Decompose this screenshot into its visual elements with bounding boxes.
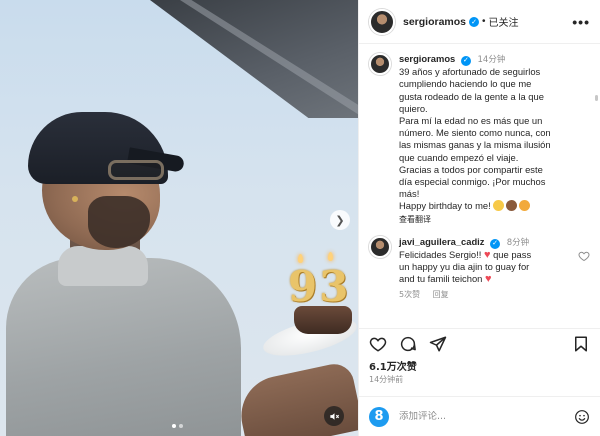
header-separator: •	[482, 16, 486, 27]
caption: sergioramos ✓ 14分钟 39 años y afortunado …	[369, 53, 590, 226]
caption-line: gusta rodeado de la gente a la que	[399, 90, 544, 102]
post-side-panel: sergioramos ✓ • 已关注 ••• sergioramos ✓ 14…	[358, 0, 600, 436]
avatar[interactable]	[369, 235, 391, 258]
comment-meta: 5次赞 回复	[399, 289, 574, 301]
party-face-icon	[519, 200, 531, 212]
red-heart-icon: ♥	[485, 273, 492, 286]
comment-username[interactable]: javi_aguilera_cadiz	[399, 236, 484, 247]
comment-text: Felicidades Sergio!!	[399, 249, 484, 261]
caption-line: Gracias a todos por compartir este	[399, 163, 543, 175]
scrollbar-thumb[interactable]	[595, 95, 598, 101]
comment-body: javi_aguilera_cadiz ✓ 8分钟 Felicidades Se…	[399, 236, 574, 301]
next-media-button[interactable]: ❯	[330, 210, 350, 230]
comment-icon[interactable]	[399, 335, 417, 353]
comments-list[interactable]: sergioramos ✓ 14分钟 39 años y afortunado …	[359, 45, 600, 323]
caption-username[interactable]: sergioramos	[399, 53, 455, 64]
heart-icon[interactable]	[369, 335, 387, 353]
roof-overhang	[150, 0, 358, 118]
verified-badge-icon: ✓	[460, 56, 471, 67]
bookmark-icon[interactable]	[572, 335, 590, 353]
caption-body: sergioramos ✓ 14分钟 39 años y afortunado …	[399, 53, 590, 226]
header-username[interactable]: sergioramos	[403, 16, 466, 28]
post-actions	[359, 328, 600, 358]
carousel-dots	[172, 424, 183, 428]
comment-likes-count[interactable]: 5次赞	[399, 290, 420, 299]
avatar[interactable]	[369, 53, 391, 75]
comment-item: javi_aguilera_cadiz ✓ 8分钟 Felicidades Se…	[369, 235, 590, 301]
earring	[72, 196, 78, 202]
candle-flame	[298, 254, 303, 263]
more-options-icon[interactable]: •••	[572, 14, 590, 30]
person-arm	[234, 360, 358, 436]
caption-line: cumpliendo haciendo lo que me	[399, 78, 532, 90]
share-icon[interactable]	[429, 335, 447, 353]
caption-line: Happy birthday to me!	[399, 200, 494, 212]
caption-line: número. Me siento como nunca, con	[399, 127, 551, 139]
smiley-icon[interactable]	[574, 409, 590, 425]
candle-flame	[328, 252, 333, 261]
candle-digits: 93	[288, 262, 351, 311]
carousel-dot	[172, 424, 176, 428]
caption-time: 14分钟	[477, 55, 506, 65]
see-translation-link[interactable]: 查看翻译	[399, 214, 590, 226]
speaker-muted-icon	[329, 412, 339, 420]
caption-line: las mismas ganas y la misma ilusión	[399, 139, 551, 151]
verified-badge-icon: ✓	[469, 16, 480, 27]
comment-line: and tu famili teichon ♥	[399, 273, 574, 285]
comment-input[interactable]	[399, 411, 574, 422]
post-timestamp: 14分钟前	[369, 375, 404, 384]
comment-line: un happy yu dia ajin to guay for	[399, 261, 530, 273]
person-beard	[88, 196, 150, 248]
comment-text: and tu famili teichon	[399, 273, 485, 285]
caption-line: más!	[399, 188, 420, 200]
caption-line: que cuando empezó el viaje.	[399, 151, 519, 163]
caption-last-line: Happy birthday to me!	[399, 200, 590, 212]
verified-badge-icon: ✓	[490, 238, 501, 249]
add-comment-bar: 8	[359, 396, 600, 436]
sunglasses	[108, 160, 164, 180]
heart-outline-icon[interactable]	[578, 250, 590, 262]
cake-icon	[506, 200, 518, 212]
comment-text: que pass	[490, 249, 532, 261]
chevron-right-icon: ❯	[335, 214, 345, 227]
comments-scrollbar[interactable]	[595, 95, 598, 323]
caption-line: día especial conmigo. ¡Por muchos	[399, 176, 546, 188]
caption-line: Para mí la edad no es más que un	[399, 115, 543, 127]
mute-button[interactable]	[324, 406, 344, 426]
post-media[interactable]: 93 ❯	[0, 0, 358, 436]
caption-line: 39 años y afortunado de seguirlos	[399, 66, 541, 78]
comment-time: 8分钟	[506, 237, 530, 248]
avatar[interactable]	[369, 8, 395, 35]
shirt-collar	[58, 246, 148, 286]
emoji-picker-icon[interactable]: 8	[369, 406, 389, 427]
follow-status-button[interactable]: 已关注	[489, 14, 519, 29]
caption-line: quiero.	[399, 102, 428, 114]
smiling-face-icon	[493, 200, 505, 212]
carousel-dot	[179, 424, 183, 428]
post-header: sergioramos ✓ • 已关注 •••	[359, 0, 600, 44]
comment-line: Felicidades Sergio!! ♥ que pass	[399, 249, 574, 261]
reply-button[interactable]: 回复	[433, 290, 449, 299]
likes-count[interactable]: 6.1万次赞	[369, 358, 417, 373]
